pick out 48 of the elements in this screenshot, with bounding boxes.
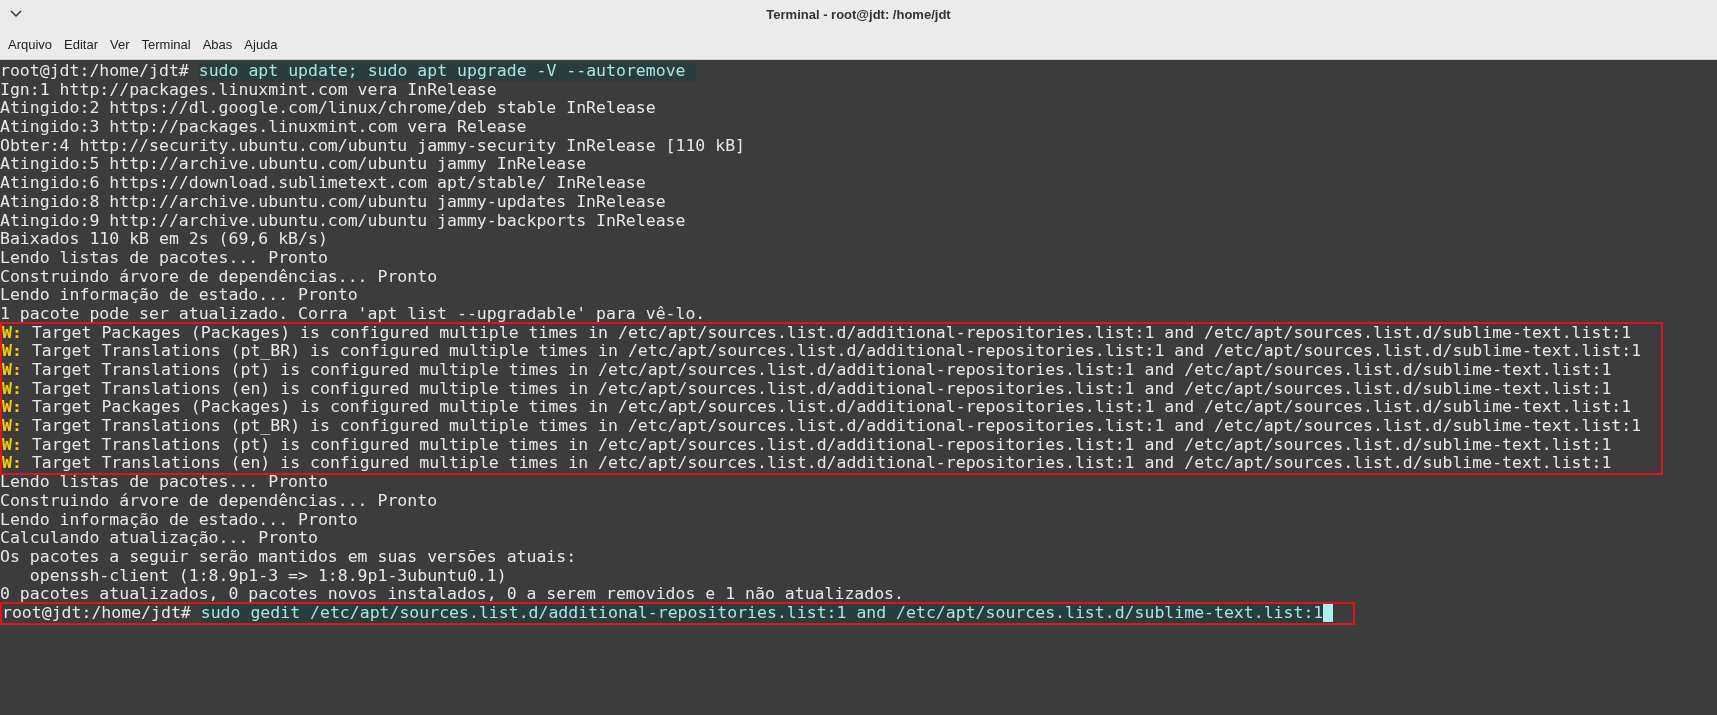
window-title: Terminal - root@jdt: /home/jdt — [766, 6, 951, 25]
output-line: Lendo listas de pacotes... Pronto — [0, 248, 328, 268]
warning-line: Target Translations (pt_BR) is configured multiple times in /etc/apt/sources.list.d/additional-repositories.list:1 and /etc/apt/sources.list.d/sublime-text.list:1 — [31, 417, 1642, 436]
output-line: Atingido:8 http://archive.ubuntu.com/ubuntu jammy-updates InRelease — [0, 192, 666, 212]
menu-item[interactable]: Terminal — [135, 32, 197, 57]
menu-item[interactable]: Abas — [196, 32, 239, 57]
output-line: Lendo listas de pacotes... Pronto — [0, 473, 328, 492]
output-line: Baixados 110 kB em 2s (69,6 kB/s) — [0, 230, 328, 249]
output-line: Lendo informação de estado... Pronto — [0, 510, 358, 530]
warning-line: Target Translations (pt) is configured multiple times in /etc/apt/sources.list.d/additional-repositories.list:1 and /etc/apt/sources.list.d/sublime-text.list:1 — [31, 435, 1612, 455]
warning-tag: W: — [2, 361, 22, 380]
menu-item[interactable]: Ver — [104, 32, 136, 57]
warning-line: Target Translations (pt_BR) is configured multiple times in /etc/apt/sources.list.d/additional-repositories.list:1 and /etc/apt/sources.list.d/sublime-text.list:1 — [31, 342, 1642, 361]
output-line: Atingido:6 https://download.sublimetext.com apt/stable/ InRelease — [0, 174, 646, 193]
output-line: Atingido:9 http://archive.ubuntu.com/ubuntu jammy-backports InRelease — [0, 211, 686, 231]
output-line: openssh-client (1:8.9p1-3 => 1:8.9p1-3ubuntu0.1) — [28, 566, 507, 586]
warning-tag: W: — [2, 398, 22, 418]
menu-item[interactable]: Arquivo — [2, 32, 59, 57]
output-line: Calculando atualização... Pronto — [0, 529, 318, 548]
output-line: Lendo informação de estado... Pronto — [0, 286, 358, 305]
warning-tag: W: — [2, 342, 22, 361]
menu-item[interactable]: Ajuda — [238, 32, 284, 57]
command-text: sudo gedit /etc/apt/sources.list.d/additional-repositories.list:1 and /etc/apt/sources.list.d/sublime-text.list:1 — [200, 603, 1334, 623]
output-line: Construindo árvore de dependências... Pronto — [0, 267, 438, 287]
warning-tag: W: — [2, 417, 22, 436]
output-line: Os pacotes a seguir serão mantidos em suas versões atuais: — [0, 547, 577, 567]
warning-tag: W: — [2, 379, 22, 399]
output-line: 0 pacotes atualizados, 0 pacotes novos instalados, 0 a serem removidos e 1 não atualizados. — [0, 585, 904, 604]
output-line: Obter:4 http://security.ubuntu.com/ubuntu jammy-security InRelease [110 kB] — [0, 136, 746, 156]
warning-tag: W: — [2, 323, 22, 343]
warning-tag: W: — [2, 454, 22, 474]
output-line: 1 pacote pode ser atualizado. Corra 'apt list --upgradable' para vê-lo. — [0, 304, 706, 324]
chevron-down-icon[interactable] — [10, 10, 22, 18]
shell-prompt: root@jdt:/home/jdt# — [0, 62, 189, 81]
warning-line: Target Translations (en) is configured multiple times in /etc/apt/sources.list.d/additional-repositories.list:1 and /etc/apt/sources.list.d/sublime-text.list:1 — [31, 379, 1612, 399]
shell-prompt: root@jdt:/home/jdt# — [2, 603, 191, 623]
output-line: Atingido:2 https://dl.google.com/linux/chrome/deb stable InRelease — [0, 99, 656, 119]
menu-item[interactable]: Editar — [58, 32, 105, 57]
command-text: sudo apt update; sudo apt upgrade -V --autoremove — [198, 62, 696, 81]
output-line: Atingido:3 http://packages.linuxmint.com vera Release — [0, 118, 527, 137]
warning-line: Target Packages (Packages) is configured multiple times in /etc/apt/sources.list.d/additional-repositories.list:1 and /etc/apt/sources.list.d/sublime-text.list:1 — [31, 398, 1632, 418]
output-line: Ign:1 http://packages.linuxmint.com vera InRelease — [0, 80, 497, 100]
warning-line: Target Translations (pt) is configured multiple times in /etc/apt/sources.list.d/additional-repositories.list:1 and /etc/apt/sources.list.d/sublime-text.list:1 — [31, 361, 1612, 380]
warning-line: Target Translations (en) is configured multiple times in /etc/apt/sources.list.d/additional-repositories.list:1 and /etc/apt/sources.list.d/sublime-text.list:1 — [31, 454, 1612, 474]
output-line: Atingido:5 http://archive.ubuntu.com/ubuntu jammy InRelease — [0, 155, 587, 175]
warning-tag: W: — [2, 435, 22, 455]
warning-line: Target Packages (Packages) is configured multiple times in /etc/apt/sources.list.d/additional-repositories.list:1 and /etc/apt/sources.list.d/sublime-text.list:1 — [31, 323, 1632, 343]
output-line: Construindo árvore de dependências... Pronto — [0, 491, 438, 511]
